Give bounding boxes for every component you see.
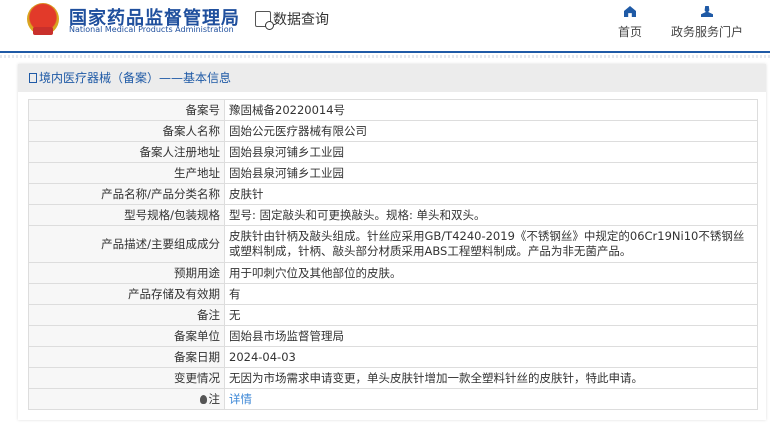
table-row: 备注无 bbox=[28, 304, 758, 326]
table-row: 变更情况 无因为市场需求申请变更，单头皮肤针增加一款全塑料针丝的皮肤针，特此申请。 bbox=[28, 367, 758, 389]
row-value: 有 bbox=[224, 283, 758, 305]
row-value-text: 皮肤针 bbox=[229, 186, 264, 201]
row-label-text: 生产地址 bbox=[174, 165, 220, 180]
row-label: 产品描述/主要组成成分 bbox=[28, 225, 225, 263]
row-value: 固始县泉河铺乡工业园 bbox=[224, 141, 758, 163]
row-label-text: 产品名称/产品分类名称 bbox=[101, 186, 220, 201]
row-value-text: 2024-04-03 bbox=[229, 349, 296, 364]
row-label-text: 变更情况 bbox=[174, 370, 220, 385]
home-icon bbox=[624, 6, 636, 17]
logo-subtitle: National Medical Products Administration bbox=[69, 25, 234, 34]
row-value: 固始县泉河铺乡工业园 bbox=[224, 162, 758, 184]
row-value-text: 无 bbox=[229, 307, 241, 322]
row-label: 产品名称/产品分类名称 bbox=[28, 183, 225, 205]
row-label-text: 备案日期 bbox=[174, 349, 220, 364]
row-value: 2024-04-03 bbox=[224, 346, 758, 368]
basic-info-panel: 境内医疗器械（备案）——基本信息 备案号 豫固械备20220014号 备案人名称 固始… bbox=[18, 64, 766, 420]
row-value-text: 用于叩刺穴位及其他部位的皮肤。 bbox=[229, 265, 402, 280]
site-header: 国家药品监督管理局 National Medical Products Admi… bbox=[0, 0, 770, 53]
row-label-text: 预期用途 bbox=[174, 265, 220, 280]
table-row: 型号规格/包装规格 型号: 固定敲头和可更换敲头。规格: 单头和双头。 bbox=[28, 204, 758, 226]
row-value-text: 有 bbox=[229, 286, 241, 301]
table-row: 注详情 bbox=[28, 388, 758, 410]
row-value: 型号: 固定敲头和可更换敲头。规格: 单头和双头。 bbox=[224, 204, 758, 226]
document-icon bbox=[29, 73, 37, 83]
table-row: 备案号 豫固械备20220014号 bbox=[28, 99, 758, 121]
info-table: 备案号 豫固械备20220014号 备案人名称 固始公元医疗器械有限公司 备案人注册地址… bbox=[28, 99, 758, 410]
row-label: 变更情况 bbox=[28, 367, 225, 389]
row-label-text: 注 bbox=[208, 391, 221, 406]
table-row: 生产地址 固始县泉河铺乡工业园 bbox=[28, 162, 758, 184]
row-value-text: 型号: 固定敲头和可更换敲头。规格: 单头和双头。 bbox=[229, 207, 486, 222]
row-label: 备案号 bbox=[28, 99, 225, 121]
row-label-text: 备案人名称 bbox=[162, 123, 221, 138]
row-label: 备案人注册地址 bbox=[28, 141, 225, 163]
row-value: 无因为市场需求申请变更，单头皮肤针增加一款全塑料针丝的皮肤针，特此申请。 bbox=[224, 367, 758, 389]
row-label: 产品存储及有效期 bbox=[28, 283, 225, 305]
table-row: 备案日期 2024-04-03 bbox=[28, 346, 758, 368]
table-row: 预期用途 用于叩刺穴位及其他部位的皮肤。 bbox=[28, 262, 758, 284]
user-icon bbox=[701, 6, 713, 17]
panel-title: 境内医疗器械（备案）——基本信息 bbox=[18, 64, 766, 92]
panel-title-text: 境内医疗器械（备案）——基本信息 bbox=[39, 71, 232, 85]
row-value-text: 固始县泉河铺乡工业园 bbox=[229, 144, 344, 159]
row-label-text: 产品存储及有效期 bbox=[128, 286, 220, 301]
table-row: 备案人注册地址 固始县泉河铺乡工业园 bbox=[28, 141, 758, 163]
details-link[interactable]: 详情 bbox=[229, 392, 252, 406]
row-value: 用于叩刺穴位及其他部位的皮肤。 bbox=[224, 262, 758, 284]
row-label: 备案单位 bbox=[28, 325, 225, 347]
row-label-text: 备案单位 bbox=[174, 328, 220, 343]
lightbulb-icon bbox=[199, 394, 207, 404]
row-label: 生产地址 bbox=[28, 162, 225, 184]
table-row: 产品存储及有效期有 bbox=[28, 283, 758, 305]
data-query-icon bbox=[255, 11, 274, 30]
row-value-text: 固始县市场监督管理局 bbox=[229, 328, 344, 343]
row-value-text: 豫固械备20220014号 bbox=[229, 102, 346, 117]
row-value: 固始公元医疗器械有限公司 bbox=[224, 120, 758, 142]
row-value: 无 bbox=[224, 304, 758, 326]
row-label: 备注 bbox=[28, 304, 225, 326]
row-label-text: 备注 bbox=[197, 307, 220, 322]
row-value-text: 固始公元医疗器械有限公司 bbox=[229, 123, 367, 138]
data-query-label: 数据查询 bbox=[273, 12, 329, 28]
nav-service-portal[interactable]: 政务服务门户 bbox=[665, 6, 749, 40]
row-label-text: 备案号 bbox=[185, 102, 221, 117]
table-row: 备案单位 固始县市场监督管理局 bbox=[28, 325, 758, 347]
row-label-text: 备案人注册地址 bbox=[139, 144, 221, 159]
row-label: 预期用途 bbox=[28, 262, 225, 284]
row-label-text: 产品描述/主要组成成分 bbox=[101, 236, 220, 251]
row-label: 注 bbox=[28, 388, 225, 410]
nav-home[interactable]: 首页 bbox=[612, 6, 648, 40]
row-label: 型号规格/包装规格 bbox=[28, 204, 225, 226]
national-emblem-logo bbox=[27, 3, 59, 35]
row-label: 备案日期 bbox=[28, 346, 225, 368]
nav-home-label: 首页 bbox=[617, 25, 642, 39]
nav-service-portal-label: 政务服务门户 bbox=[670, 25, 743, 39]
row-value-text: 固始县泉河铺乡工业园 bbox=[229, 165, 344, 180]
table-row: 备案人名称 固始公元医疗器械有限公司 bbox=[28, 120, 758, 142]
row-value-text: 皮肤针由针柄及敲头组成。针丝应采用GB/T4240-2019《不锈钢丝》中规定的… bbox=[229, 229, 745, 258]
row-value: 皮肤针由针柄及敲头组成。针丝应采用GB/T4240-2019《不锈钢丝》中规定的… bbox=[224, 225, 758, 263]
table-row: 产品名称/产品分类名称 皮肤针 bbox=[28, 183, 758, 205]
row-value: 固始县市场监督管理局 bbox=[224, 325, 758, 347]
divider bbox=[0, 55, 770, 58]
row-value: 详情 bbox=[224, 388, 758, 410]
table-row: 产品描述/主要组成成分 皮肤针由针柄及敲头组成。针丝应采用GB/T4240-201… bbox=[28, 225, 758, 263]
row-value-text: 无因为市场需求申请变更，单头皮肤针增加一款全塑料针丝的皮肤针，特此申请。 bbox=[229, 370, 643, 385]
row-label: 备案人名称 bbox=[28, 120, 225, 142]
row-value: 豫固械备20220014号 bbox=[224, 99, 758, 121]
row-label-text: 型号规格/包装规格 bbox=[124, 207, 220, 222]
data-query-link[interactable]: 数据查询 bbox=[255, 9, 329, 30]
row-value: 皮肤针 bbox=[224, 183, 758, 205]
